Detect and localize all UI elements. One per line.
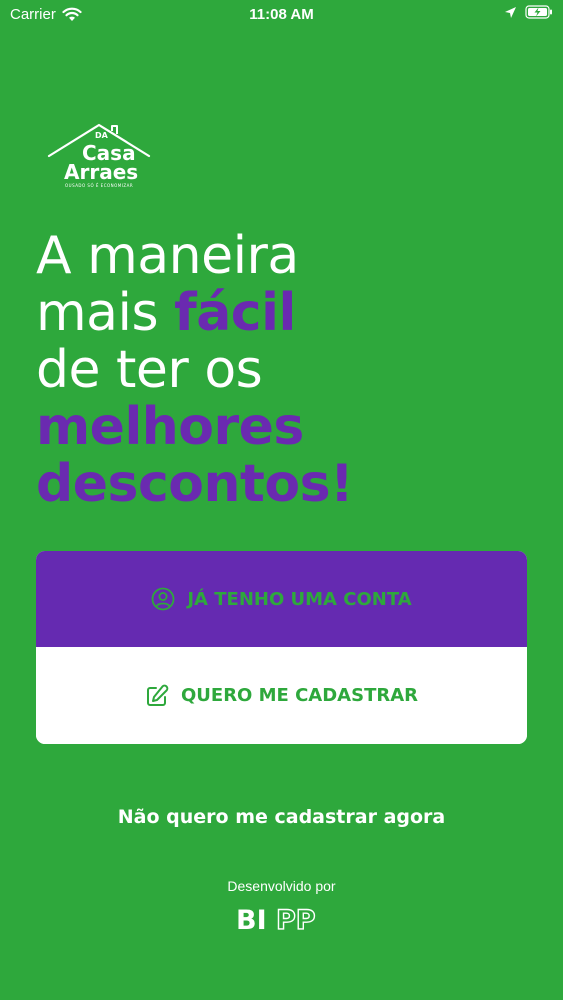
headline-line-1: A maneira [36,226,299,286]
developed-by-label: Desenvolvido por [227,878,336,894]
bipp-logo: BI PP [236,904,328,936]
headline-line-5: descontos! [36,454,354,514]
battery-charging-icon [525,5,552,19]
login-button[interactable]: JÁ TENHO UMA CONTA [36,551,527,647]
headline-line-2: mais fácil [36,285,536,342]
login-button-label: JÁ TENHO UMA CONTA [187,588,412,610]
status-time: 11:08 AM [249,6,314,23]
headline-line-4: melhores [36,397,304,457]
bipp-logo-solid: BI [236,905,267,934]
status-right-icons [504,5,553,19]
auth-options-card: JÁ TENHO UMA CONTA QUERO ME CADASTRAR [36,551,527,744]
house-roof-icon: DA Casa Arraes OUSADO SÓ É ECONOMIZAR [47,123,151,188]
user-circle-icon [151,587,175,611]
headline-line-3: de ter os [36,340,263,400]
headline: A maneira mais fácil de ter os melhores … [36,228,536,513]
skip-signup-link[interactable]: Não quero me cadastrar agora [0,806,563,828]
headline-line-2-light: mais [36,283,175,343]
signup-button-label: QUERO ME CADASTRAR [180,685,419,706]
bipp-logo-outline: PP [276,905,316,934]
logo-tagline: OUSADO SÓ É ECONOMIZAR [65,183,133,188]
headline-line-2-accent: fácil [174,283,296,343]
edit-icon [146,684,169,706]
logo-line2: Arraes [64,160,138,184]
casa-arraes-logo: DA Casa Arraes OUSADO SÓ É ECONOMIZAR [46,120,156,190]
signup-button[interactable]: QUERO ME CADASTRAR [36,647,527,744]
status-bar: Carrier 11:08 AM [0,0,563,30]
logo-badge: DA [95,131,109,140]
location-arrow-icon [505,6,516,18]
